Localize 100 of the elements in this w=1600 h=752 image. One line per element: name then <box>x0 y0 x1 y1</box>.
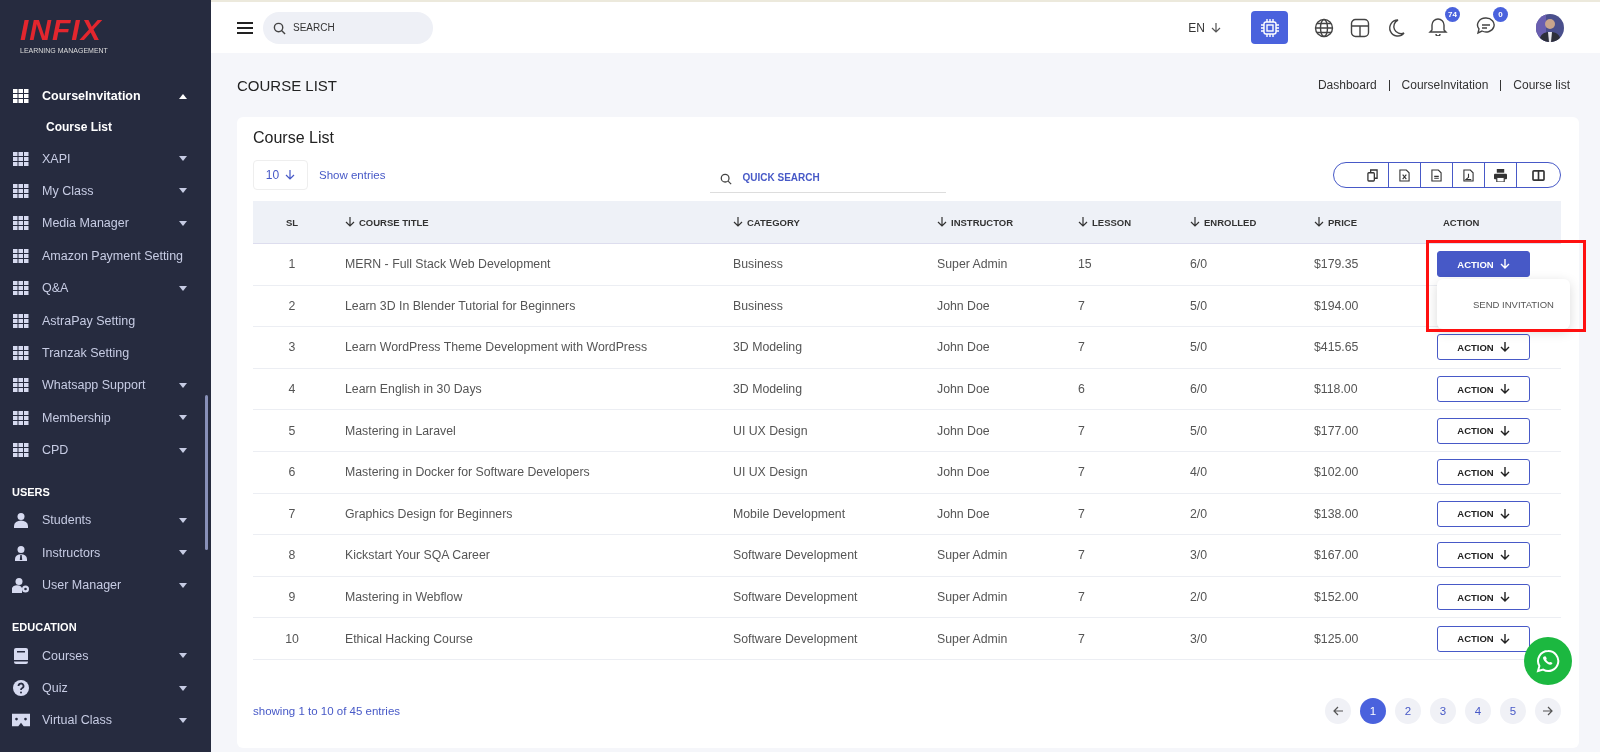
table-cell: UI UX Design <box>733 465 808 480</box>
table-cell: Mobile Development <box>733 506 846 521</box>
caret-icon <box>179 550 187 556</box>
column-header[interactable]: SL <box>285 216 299 228</box>
menu-item[interactable]: SEND INVITATION <box>1453 298 1554 310</box>
arrow-right-icon <box>1543 705 1553 716</box>
caret-icon <box>179 220 187 226</box>
column-header[interactable]: COURSE TITLE <box>345 216 429 228</box>
sidebar-item[interactable]: XAPI <box>0 142 211 175</box>
page-button[interactable]: 3 <box>1430 697 1456 724</box>
page-size-select[interactable]: 10 <box>253 160 308 190</box>
sort-arrow-icon <box>1078 217 1088 227</box>
previous-page-button[interactable] <box>1325 697 1351 724</box>
table-cell: 7 <box>1078 548 1085 563</box>
moon-icon[interactable] <box>1386 17 1406 38</box>
sidebar-label: CPD <box>42 443 70 458</box>
sidebar-item[interactable]: My Class <box>0 174 211 208</box>
breadcrumb-link[interactable]: Dashboard <box>1317 78 1377 92</box>
sidebar-item[interactable]: Media Manager <box>0 207 211 240</box>
sidebar-label: AstraPay Setting <box>42 313 137 328</box>
question-icon <box>12 680 30 697</box>
table-cell: $125.00 <box>1314 631 1359 646</box>
table-cell: 4/0 <box>1190 465 1208 480</box>
table-cell: Software Development <box>733 590 858 605</box>
table-cell: 7 <box>288 506 296 521</box>
action-button[interactable]: ACTION <box>1437 459 1530 486</box>
page-button[interactable]: 5 <box>1500 697 1526 724</box>
quick-search-field[interactable]: QUICK SEARCH <box>710 163 947 193</box>
table-cell: 5 <box>288 423 296 438</box>
section-heading: EDUCATION <box>11 620 78 636</box>
grid-icon <box>12 443 30 458</box>
breadcrumb-link[interactable]: CourseInvitation <box>1401 78 1489 92</box>
chat-icon[interactable] <box>1476 15 1496 36</box>
sidebar-item[interactable]: Q&A <box>0 271 211 305</box>
sidebar-label: Instructors <box>42 545 102 560</box>
column-header[interactable]: CATEGORY <box>733 216 800 228</box>
arrow-down-icon <box>1499 467 1510 478</box>
table-cell: 1 <box>288 257 296 272</box>
table-cell: $194.00 <box>1314 298 1359 313</box>
sidebar-label: Students <box>42 513 93 528</box>
table-cell: $152.00 <box>1314 590 1359 605</box>
sidebar-item[interactable]: Membership <box>0 401 211 434</box>
page-button[interactable]: 1 <box>1360 697 1386 724</box>
sidebar-item[interactable]: Tranzak Setting <box>0 336 211 370</box>
next-page-button[interactable] <box>1535 697 1561 724</box>
breadcrumb-link[interactable]: Course list <box>1513 78 1570 92</box>
arrow-down-icon <box>1499 508 1510 519</box>
sidebar-item[interactable]: Virtual Class <box>0 704 211 737</box>
sidebar-item[interactable]: Courses <box>0 639 211 672</box>
sidebar-item[interactable]: User Manager <box>0 569 211 602</box>
sidebar-item[interactable]: CourseInvitation <box>0 80 211 113</box>
sidebar-item[interactable]: Amazon Payment Setting <box>0 239 211 272</box>
sidebar-label: Amazon Payment Setting <box>42 248 185 263</box>
action-button[interactable]: ACTION <box>1437 334 1530 361</box>
menu-icon[interactable] <box>237 21 253 34</box>
sidebar-item[interactable]: CPD <box>0 433 211 467</box>
user-icon <box>12 512 30 529</box>
table-cell: 9 <box>288 590 296 605</box>
action-button[interactable]: ACTION <box>1437 376 1530 403</box>
bell-icon[interactable] <box>1428 15 1448 36</box>
page-button[interactable]: 4 <box>1465 697 1491 724</box>
column-header[interactable]: ENROLLED <box>1190 216 1257 228</box>
action-button[interactable]: ACTION <box>1437 625 1530 652</box>
sidebar-item[interactable]: Whatsapp Support <box>0 369 211 402</box>
layout-icon[interactable] <box>1350 17 1370 38</box>
grid-icon <box>12 89 30 104</box>
search-field[interactable]: SEARCH <box>263 11 433 44</box>
column-header[interactable]: LESSON <box>1078 216 1132 228</box>
sidebar-item[interactable]: AstraPay Setting <box>0 304 211 337</box>
caret-icon <box>179 156 187 162</box>
page-button[interactable]: 2 <box>1395 697 1421 724</box>
scrollbar-thumb[interactable] <box>205 395 208 550</box>
column-header[interactable]: PRICE <box>1314 216 1358 228</box>
action-button[interactable]: ACTION <box>1437 417 1530 444</box>
action-button[interactable]: ACTION <box>1437 584 1530 611</box>
file-icon <box>1463 168 1474 182</box>
globe-icon[interactable] <box>1314 17 1334 38</box>
sidebar-item[interactable]: Quiz <box>0 671 211 705</box>
submenu-item[interactable]: Course List <box>0 112 211 143</box>
table-cell: $415.65 <box>1314 340 1359 355</box>
table-cell: $167.00 <box>1314 548 1359 563</box>
action-button[interactable]: ACTION <box>1437 542 1530 569</box>
caret-icon <box>179 415 187 421</box>
table-cell: 3D Modeling <box>733 340 803 355</box>
caret-icon <box>179 518 187 523</box>
sidebar-label: Media Manager <box>42 216 130 231</box>
table-cell: 6 <box>288 465 296 480</box>
action-button[interactable]: ACTION <box>1437 251 1530 278</box>
table-cell: John Doe <box>937 298 990 313</box>
column-header[interactable]: INSTRUCTOR <box>937 216 1014 228</box>
sidebar-item[interactable]: Students <box>0 504 211 537</box>
language-selector[interactable]: EN <box>1182 19 1227 36</box>
action-button[interactable]: ACTION <box>1437 500 1530 527</box>
search-icon <box>273 21 286 35</box>
caret-icon <box>179 582 187 588</box>
sidebar-item[interactable]: Instructors <box>0 536 211 570</box>
table-cell: Graphics Design for Beginners <box>345 506 513 521</box>
table-cell: 3 <box>288 340 296 355</box>
column-header[interactable]: ACTION <box>1443 216 1480 228</box>
chip-button[interactable] <box>1251 11 1288 44</box>
